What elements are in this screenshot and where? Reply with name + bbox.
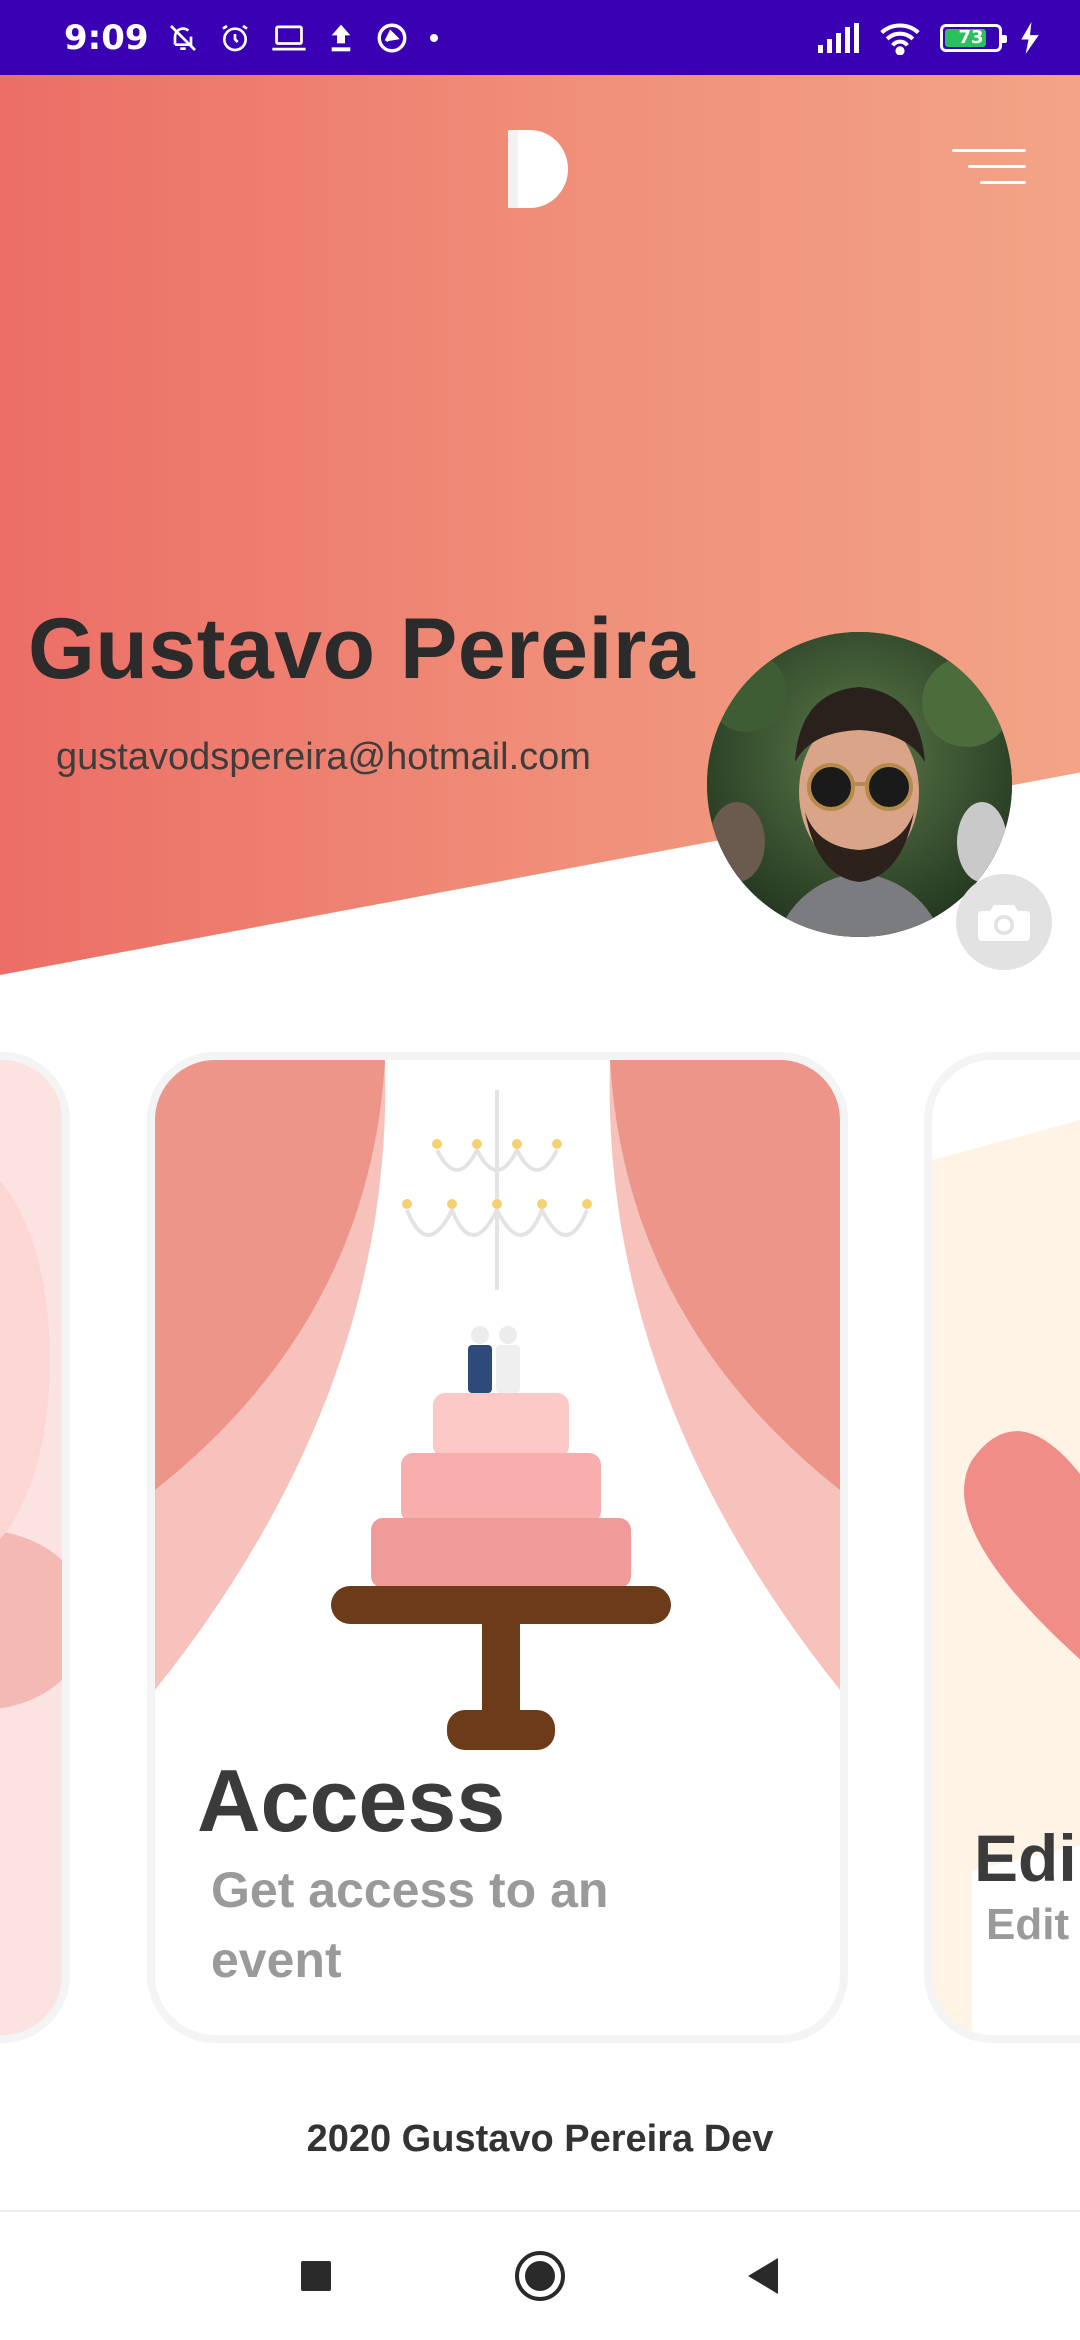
card-title: Access — [197, 1751, 506, 1850]
back-button[interactable] — [704, 2212, 824, 2340]
system-nav-bar — [0, 2212, 1080, 2340]
upload-icon — [327, 22, 355, 54]
square-icon — [301, 2261, 331, 2291]
profile-email: gustavodspereira@hotmail.com — [56, 736, 591, 778]
camera-button[interactable] — [956, 874, 1052, 970]
signal-icon — [818, 22, 860, 53]
card-subtitle: Edit — [986, 1900, 1070, 1949]
laptop-icon — [271, 22, 307, 54]
footer-text: 2020 Gustavo Pereira Dev — [306, 2118, 774, 2160]
wifi-icon — [878, 21, 922, 55]
triangle-back-icon — [748, 2258, 778, 2294]
edit-card[interactable]: Edi Edit — [932, 1060, 1080, 2035]
dot-icon — [429, 33, 439, 43]
sync-icon — [375, 21, 409, 55]
camera-icon — [978, 905, 1030, 941]
screen: 9:09 73 Gustavo Pereira gustavodspereira… — [0, 0, 1080, 2340]
access-card[interactable]: Access Get access to an event — [155, 1060, 840, 2035]
profile-name: Gustavo Pereira — [28, 601, 696, 697]
hamburger-menu-icon[interactable] — [952, 145, 1026, 195]
status-bar: 9:09 73 — [0, 0, 1080, 75]
circle-icon — [515, 2251, 565, 2301]
status-icons-left — [167, 21, 439, 55]
app-logo — [508, 130, 568, 208]
status-icons-right: 73 — [818, 21, 1040, 55]
status-time: 9:09 — [64, 17, 149, 58]
battery-level: 73 — [958, 27, 984, 48]
battery-icon: 73 — [940, 23, 1007, 52]
card-subtitle: Get access to an event — [211, 1862, 609, 1988]
card-left[interactable] — [0, 1060, 62, 2035]
bell-off-icon — [167, 22, 199, 54]
home-button[interactable] — [480, 2212, 600, 2340]
alarm-icon — [219, 22, 251, 54]
charging-icon — [1020, 21, 1040, 54]
recents-button[interactable] — [256, 2212, 376, 2340]
card-title: Edi — [974, 1821, 1077, 1895]
